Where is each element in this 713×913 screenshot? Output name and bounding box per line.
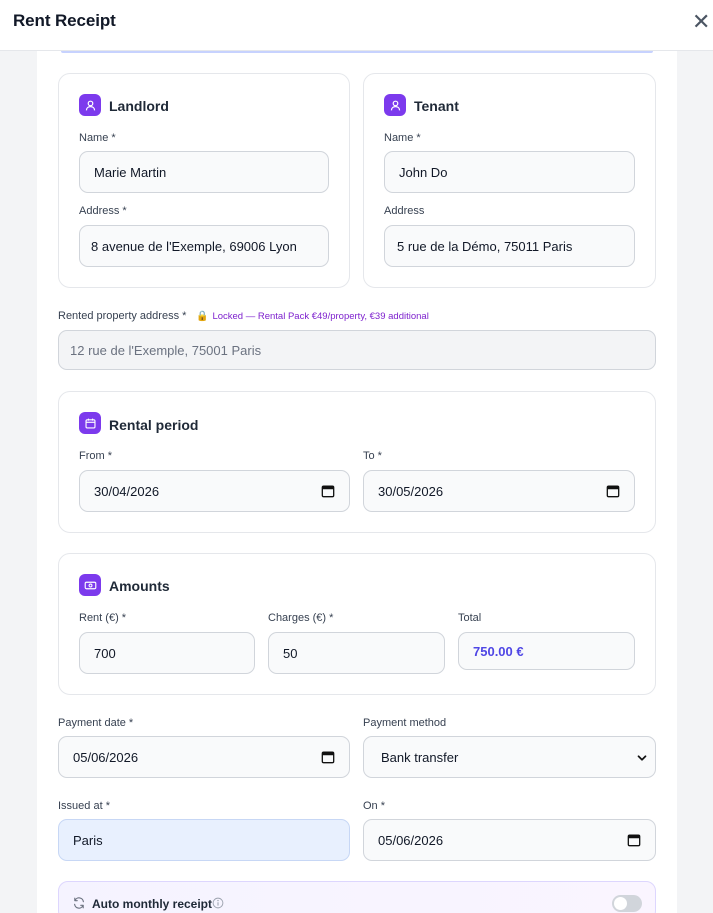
lock-note: 🔒 Locked — Rental Pack €49/property, €39… xyxy=(196,311,429,322)
calendar-icon[interactable] xyxy=(321,750,335,764)
landlord-name-input[interactable]: Marie Martin xyxy=(79,151,329,193)
refresh-icon xyxy=(74,897,84,909)
period-from-input[interactable]: 30/04/2026 xyxy=(79,470,350,512)
landlord-name-label: Name * xyxy=(79,132,116,144)
period-to-value: 30/05/2026 xyxy=(378,483,444,499)
issued-at-input[interactable]: Paris xyxy=(58,819,350,861)
period-to-label: To * xyxy=(363,450,382,462)
payment-method-value: Bank transfer xyxy=(381,749,459,765)
issued-at-label: Issued at * xyxy=(58,800,110,812)
lock-icon: 🔒 xyxy=(196,311,209,322)
calendar-icon xyxy=(79,412,101,434)
payment-method-select[interactable]: Bank transfer xyxy=(363,736,656,778)
property-label: Rented property address * xyxy=(58,310,187,322)
calendar-icon[interactable] xyxy=(321,484,335,498)
charges-label: Charges (€) * xyxy=(268,612,334,624)
tenant-name-label: Name * xyxy=(384,132,421,144)
calendar-icon[interactable] xyxy=(606,484,620,498)
payment-date-label: Payment date * xyxy=(58,717,134,729)
tenant-address-input[interactable]: 5 rue de la Démo, 75011 Paris xyxy=(384,225,635,267)
tenant-address-value: 5 rue de la Démo, 75011 Paris xyxy=(397,238,573,254)
modal-title: Rent Receipt xyxy=(13,11,116,30)
close-icon[interactable]: ✕ xyxy=(692,11,713,34)
period-from-value: 30/04/2026 xyxy=(94,483,160,499)
total-label: Total xyxy=(458,612,482,624)
issued-on-label: On * xyxy=(363,800,386,812)
payment-date-input[interactable]: 05/06/2026 xyxy=(58,736,350,778)
calendar-icon[interactable] xyxy=(627,833,641,847)
auto-receipt-card: Auto monthly receipt xyxy=(58,881,656,913)
auto-receipt-toggle[interactable] xyxy=(612,895,642,912)
payment-date-value: 05/06/2026 xyxy=(73,749,139,765)
info-icon[interactable] xyxy=(212,897,224,909)
issued-on-input[interactable]: 05/06/2026 xyxy=(363,819,656,861)
rent-label: Rent (€) * xyxy=(79,612,127,624)
auto-receipt-label: Auto monthly receipt xyxy=(92,897,213,911)
top-divider xyxy=(61,51,653,53)
landlord-address-label: Address * xyxy=(79,205,127,217)
user-icon xyxy=(79,94,101,116)
lock-note-text: Locked — Rental Pack €49/property, €39 a… xyxy=(212,311,429,322)
total-value: 750.00 € xyxy=(473,643,524,659)
tenant-title: Tenant xyxy=(414,98,459,114)
property-address-input: 12 rue de l'Exemple, 75001 Paris xyxy=(58,330,656,370)
rent-input[interactable]: 700 xyxy=(79,632,255,674)
modal-header: Rent Receipt ✕ xyxy=(0,0,713,51)
tenant-address-label: Address xyxy=(384,205,425,217)
tenant-name-input[interactable]: John Do xyxy=(384,151,635,193)
landlord-title: Landlord xyxy=(109,98,169,114)
banknote-icon xyxy=(79,574,101,596)
issued-on-value: 05/06/2026 xyxy=(378,832,444,848)
payment-method-label: Payment method xyxy=(363,717,447,729)
user-icon xyxy=(384,94,406,116)
charges-input[interactable]: 50 xyxy=(268,632,445,674)
period-to-input[interactable]: 30/05/2026 xyxy=(363,470,635,512)
rental-period-title: Rental period xyxy=(109,417,199,433)
period-from-label: From * xyxy=(79,450,112,462)
chevron-down-icon xyxy=(637,755,647,761)
landlord-address-value: 8 avenue de l'Exemple, 69006 Lyon xyxy=(91,238,297,254)
total-display: 750.00 € xyxy=(458,632,635,670)
landlord-address-input[interactable]: 8 avenue de l'Exemple, 69006 Lyon xyxy=(79,225,329,267)
amounts-title: Amounts xyxy=(109,578,170,594)
